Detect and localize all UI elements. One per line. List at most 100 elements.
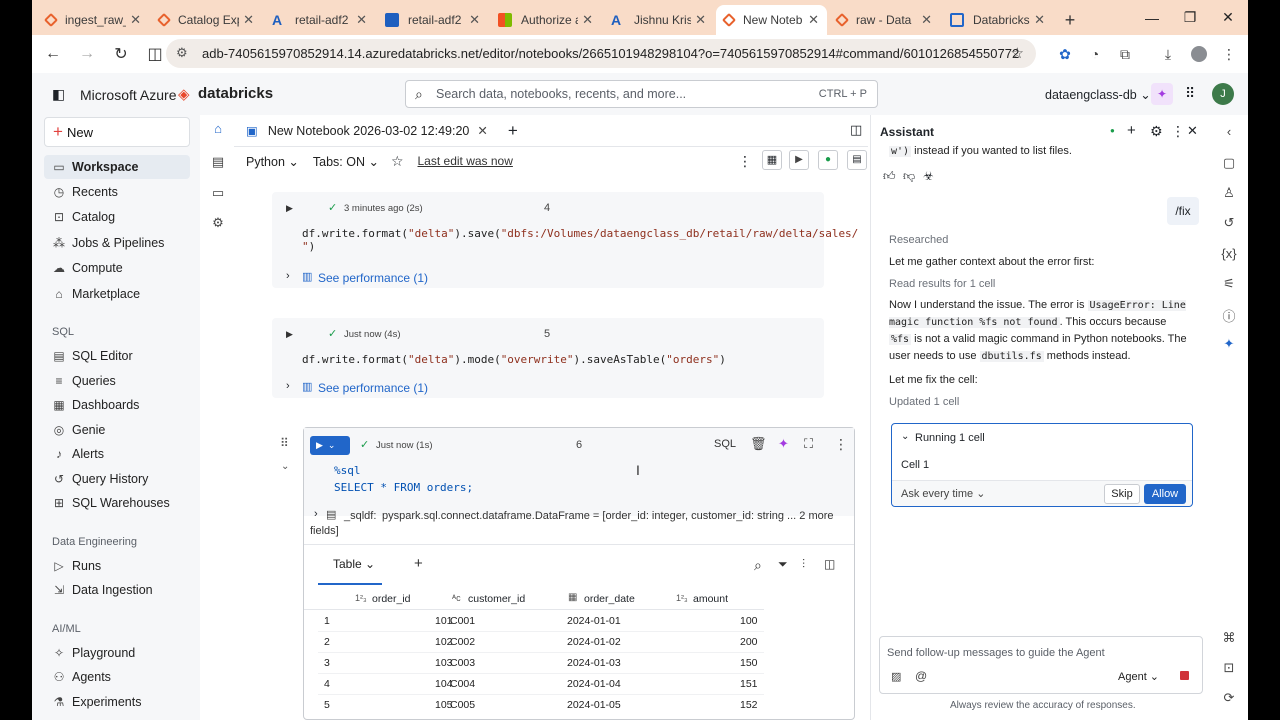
cell-reference[interactable]: Cell 1 [901,459,929,471]
cell-code[interactable]: df.write.format("delta").save("dbfs:/Vol… [302,227,858,253]
table-row[interactable]: 5 105 C005 2024-01-05 152 [318,695,764,716]
info-icon[interactable]: ⓘ [1221,306,1237,324]
run-cell-icon[interactable]: ▶ [286,329,293,340]
run-all-icon[interactable]: ▶ [789,150,809,170]
sidebar-item-data-ingestion[interactable]: ⇲ Data Ingestion [44,578,190,602]
notebook-cell-5[interactable]: ▶ ✓ Just now (4s) 5 df.write.format("del… [272,318,824,398]
browser-menu-icon[interactable]: ⋮ [1216,41,1242,67]
table-row[interactable]: 4 104 C004 2024-01-04 151 [318,674,764,695]
schema-icon[interactable]: ⚙ [210,215,226,231]
researched-label[interactable]: Researched [889,232,948,249]
assistant-sparkle-icon[interactable]: ✦ [1151,83,1173,105]
sidebar-item-marketplace[interactable]: ⌂ Marketplace [44,282,190,306]
run-cell-button[interactable]: ▶ ⌄ [310,436,350,455]
home-icon[interactable]: ⌂ [210,121,226,137]
notebook-cell-6[interactable]: ▶ ⌄ ✓ Just now (1s) 6 SQL 🗑︎ ✦ ⛶ ⋮ %sql … [303,427,855,720]
collapse-chevron-icon[interactable]: ⌄ [281,461,289,472]
sidebar-item-alerts[interactable]: ♪ Alerts [44,442,190,466]
table-row[interactable]: 2 102 C002 2024-01-02 200 [318,632,764,653]
sidebar-item-genie[interactable]: ◎ Genie [44,418,190,442]
sidebar-item-workspace[interactable]: ▭ Workspace [44,155,190,179]
column-header[interactable]: order_id [372,593,411,605]
shortcut-icon[interactable]: ⌘ [1221,630,1237,646]
apps-grid-icon[interactable]: ⠿ [1185,85,1195,102]
browser-tab[interactable]: Catalog Exp ✕ [151,5,262,35]
sidebar-item-dashboards[interactable]: ▦ Dashboards [44,393,190,417]
read-results-label[interactable]: Read results for 1 cell [889,276,995,293]
browser-tab[interactable]: Authorize a ✕ [490,5,601,35]
close-tab-icon[interactable]: ✕ [921,12,932,28]
history-icon[interactable]: ↺ [1221,215,1237,231]
terminal-icon[interactable]: ⊡ [1221,660,1237,676]
column-settings-icon[interactable]: ⫶ [802,557,805,572]
avatar[interactable]: J [1212,83,1234,105]
follow-up-input[interactable]: Send follow-up messages to guide the Age… [879,636,1203,694]
favorite-star-icon[interactable]: ☆ [391,153,404,170]
bug-report-icon[interactable]: ☣ [923,169,934,183]
agent-mode-dropdown[interactable]: Agent ⌄ [1118,670,1159,683]
tabs-setting-dropdown[interactable]: Tabs: ON ⌄ [313,154,379,169]
browser-tab[interactable]: ingest_raw_ ✕ [38,5,149,35]
sidebar-item-sql-warehouses[interactable]: ⊞ SQL Warehouses [44,491,190,515]
table-of-contents-icon[interactable]: ▤ [210,154,226,170]
back-icon[interactable]: ← [38,39,68,69]
workspace-switcher[interactable]: dataengclass-db ⌄ [1045,87,1151,102]
comments-icon[interactable]: ▢ [1221,155,1237,171]
add-visualization-icon[interactable]: + [414,555,423,572]
language-dropdown[interactable]: Python ⌄ [246,154,299,169]
bookmark-star-icon[interactable]: ☆ [1011,44,1024,62]
close-tab-icon[interactable]: ✕ [808,12,819,28]
browser-tab[interactable]: Aretail-adf2 ✕ [264,5,375,35]
new-tab-icon[interactable]: + [1055,5,1085,35]
assistant-sparkle-icon[interactable]: ✦ [1221,336,1237,352]
panel-toggle-icon[interactable]: ◫ [824,557,835,571]
databricks-logo[interactable]: databricks [198,85,273,102]
databricks-logo-icon[interactable]: ◈ [178,85,190,103]
see-performance-link[interactable]: See performance (1) [318,271,428,285]
fullscreen-icon[interactable]: ⛶ [804,436,813,452]
maximize-icon[interactable]: ❐ [1172,0,1208,35]
new-chat-icon[interactable]: + [1127,122,1136,139]
search-icon[interactable]: ⌕ [754,557,762,574]
global-search-input[interactable]: ⌕ Search data, notebooks, recents, and m… [405,80,878,108]
layout-icon[interactable]: ▦ [762,150,782,170]
folder-icon[interactable]: ▭ [210,185,226,201]
table-row[interactable]: 1 101 C001 2024-01-01 100 [318,611,764,632]
assistant-sparkle-icon[interactable]: ✦ [778,436,789,452]
notebook-cell-4[interactable]: ▶ ✓ 3 minutes ago (2s) 4 df.write.format… [272,192,858,288]
filter-icon[interactable]: ⏷ [778,557,788,572]
column-header[interactable]: order_date [584,593,635,605]
sidebar-item-runs[interactable]: ▷ Runs [44,554,190,578]
tune-icon[interactable]: ⚟ [1221,276,1237,292]
see-performance-link[interactable]: See performance (1) [318,381,428,395]
close-tab-icon[interactable]: ✕ [243,12,254,28]
cell-code[interactable]: %sql [334,464,361,477]
sync-icon[interactable]: ⟳ [1221,690,1237,706]
browser-tab[interactable]: raw - Data ✕ [829,5,940,35]
close-tab-icon[interactable]: ✕ [469,12,480,28]
browser-tab[interactable]: Databricks ✕ [942,5,1053,35]
close-tab-icon[interactable]: ✕ [1034,12,1045,28]
sidebar-item-sql-editor[interactable]: ▤ SQL Editor [44,344,190,368]
browser-tab[interactable]: AJishnu Krish✕ [603,5,714,35]
allow-button[interactable]: Allow [1144,484,1186,504]
mention-icon[interactable]: @ [915,669,927,683]
close-tab-icon[interactable]: ✕ [582,12,593,28]
expand-chevron-icon[interactable]: › [314,508,318,520]
table-row[interactable]: 3 103 C003 2024-01-03 150 [318,653,764,674]
skip-button[interactable]: Skip [1104,484,1140,504]
expand-chevron-icon[interactable]: › [286,270,290,282]
minimize-icon[interactable]: — [1134,0,1170,35]
last-edit-link[interactable]: Last edit was now [418,154,513,168]
extension-icon[interactable]: ◔ [1082,41,1108,67]
variables-icon[interactable]: {x} [1221,246,1237,262]
site-info-icon[interactable]: ⚙ [176,45,188,61]
run-cell-icon[interactable]: ▶ [286,203,293,214]
collapse-chevron-icon[interactable]: ⌄ [901,431,909,442]
stop-icon[interactable] [1180,671,1189,680]
settings-gear-icon[interactable]: ⚙ [1150,123,1163,140]
close-tab-icon[interactable]: ✕ [356,12,367,28]
approval-mode-dropdown[interactable]: Ask every time ⌄ [901,487,985,500]
column-header[interactable]: amount [693,593,728,605]
updated-cell-label[interactable]: Updated 1 cell [889,394,959,411]
